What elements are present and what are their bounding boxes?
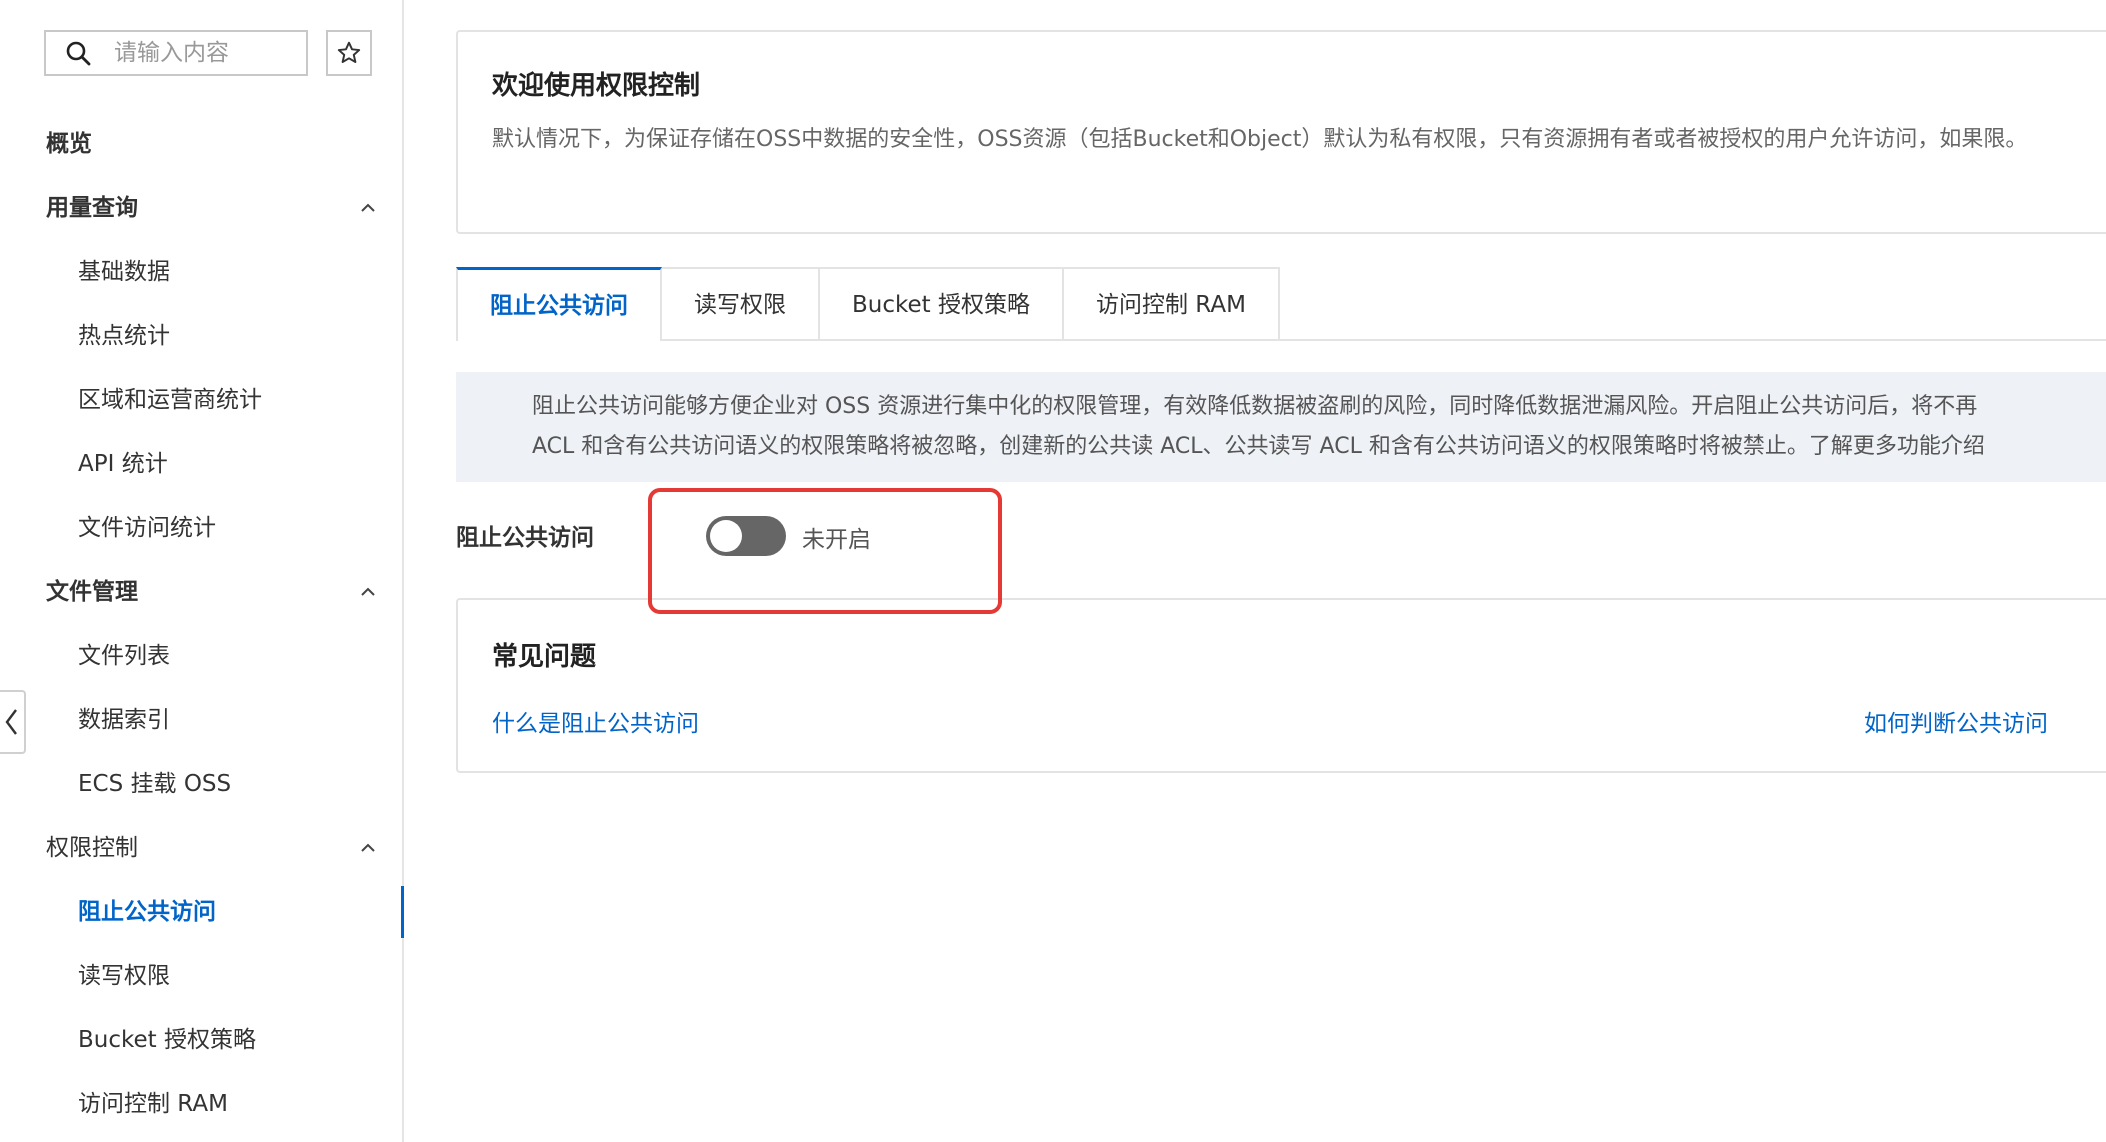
- sidebar-item-hotspot-stats[interactable]: 热点统计: [0, 304, 402, 368]
- tab-label: 读写权限: [694, 292, 786, 318]
- sidebar-item-api-stats[interactable]: API 统计: [0, 432, 402, 496]
- welcome-description: 默认情况下，为保证存储在OSS中数据的安全性，OSS资源（包括Bucket和Ob…: [492, 127, 2028, 152]
- sidebar-item-label: 热点统计: [78, 323, 170, 349]
- sidebar-item-label: 文件列表: [78, 643, 170, 669]
- welcome-title: 欢迎使用权限控制: [492, 71, 701, 101]
- sidebar-group-label: 用量查询: [46, 195, 138, 221]
- tab-read-write-permissions[interactable]: 读写权限: [662, 267, 820, 339]
- chevron-up-icon: [361, 587, 375, 596]
- sidebar-item-data-index[interactable]: 数据索引: [0, 688, 402, 752]
- main-content: 欢迎使用权限控制 默认情况下，为保证存储在OSS中数据的安全性，OSS资源（包括…: [456, 0, 2106, 1142]
- sidebar-item-label: API 统计: [78, 451, 168, 477]
- sidebar-item-label: 访问控制 RAM: [78, 1091, 228, 1117]
- chevron-up-icon: [361, 203, 375, 212]
- sidebar-item-read-write-permissions[interactable]: 读写权限: [0, 944, 402, 1008]
- tab-block-public-access[interactable]: 阻止公共访问: [456, 267, 662, 341]
- faq-link-what-is-block-public-access[interactable]: 什么是阻止公共访问: [492, 704, 699, 738]
- block-public-access-switch[interactable]: [706, 516, 786, 556]
- sidebar-item-block-public-access[interactable]: 阻止公共访问: [0, 880, 404, 944]
- chevron-left-icon: [5, 709, 17, 735]
- sidebar-group-label: 权限控制: [46, 835, 138, 861]
- tab-bar: 阻止公共访问 读写权限 Bucket 授权策略 访问控制 RAM: [456, 267, 2106, 341]
- faq-link-how-to-judge-public-access[interactable]: 如何判断公共访问: [1864, 704, 2048, 738]
- sidebar: 概览 用量查询 基础数据 热点统计 区域和运营商统计 API 统计 文件访问统: [0, 0, 404, 1142]
- sidebar-group-label: 文件管理: [46, 579, 138, 605]
- sidebar-item-label: 基础数据: [78, 259, 170, 285]
- page-root: 概览 用量查询 基础数据 热点统计 区域和运营商统计 API 统计 文件访问统: [0, 0, 2106, 1142]
- sidebar-item-label: 区域和运营商统计: [78, 387, 262, 413]
- sidebar-item-file-access-stats[interactable]: 文件访问统计: [0, 496, 402, 560]
- star-icon: [337, 41, 361, 63]
- tab-label: 访问控制 RAM: [1095, 292, 1246, 318]
- sidebar-group-access-control[interactable]: 权限控制: [0, 816, 402, 880]
- chevron-up-icon: [361, 843, 375, 852]
- tab-ram[interactable]: 访问控制 RAM: [1063, 267, 1280, 339]
- notice-line-2: ACL 和含有公共访问语义的权限策略将被忽略，创建新的公共读 ACL、公共读写 …: [532, 434, 1985, 459]
- sidebar-item-label: ECS 挂载 OSS: [78, 771, 232, 797]
- sidebar-item-ecs-mount-oss[interactable]: ECS 挂载 OSS: [0, 752, 402, 816]
- search-box[interactable]: [44, 30, 308, 76]
- faq-card: 常见问题 什么是阻止公共访问 如何判断公共访问: [456, 598, 2106, 773]
- sidebar-item-ram[interactable]: 访问控制 RAM: [0, 1072, 402, 1136]
- sidebar-item-region-isp-stats[interactable]: 区域和运营商统计: [0, 368, 402, 432]
- sidebar-item-label: 数据索引: [78, 707, 170, 733]
- sidebar-item-label: 概览: [46, 131, 92, 157]
- faq-title: 常见问题: [492, 642, 597, 672]
- tab-label: Bucket 授权策略: [852, 292, 1030, 318]
- switch-state-text: 未开启: [802, 527, 871, 553]
- sidebar-nav: 概览 用量查询 基础数据 热点统计 区域和运营商统计 API 统计 文件访问统计…: [0, 112, 404, 1136]
- sidebar-item-label: 文件访问统计: [78, 515, 216, 541]
- sidebar-item-label: 读写权限: [78, 963, 170, 989]
- notice-line-1: 阻止公共访问能够方便企业对 OSS 资源进行集中化的权限管理，有效降低数据被盗刷…: [532, 394, 1978, 419]
- sidebar-item-overview[interactable]: 概览: [0, 112, 402, 176]
- notice-banner: 阻止公共访问能够方便企业对 OSS 资源进行集中化的权限管理，有效降低数据被盗刷…: [456, 372, 2106, 482]
- sidebar-item-label: 阻止公共访问: [78, 899, 216, 925]
- sidebar-group-usage[interactable]: 用量查询: [0, 176, 402, 240]
- sidebar-collapse-button[interactable]: [0, 690, 26, 754]
- favorite-button[interactable]: [326, 30, 372, 76]
- sidebar-group-file-management[interactable]: 文件管理: [0, 560, 402, 624]
- search-icon: [66, 41, 91, 66]
- sidebar-item-basic-data[interactable]: 基础数据: [0, 240, 402, 304]
- sidebar-item-file-list[interactable]: 文件列表: [0, 624, 402, 688]
- block-public-access-row: 阻止公共访问 未开启: [456, 500, 1156, 570]
- search-input[interactable]: [112, 39, 296, 67]
- block-public-access-label: 阻止公共访问: [456, 525, 594, 551]
- tab-label: 阻止公共访问: [490, 293, 628, 319]
- welcome-card: 欢迎使用权限控制 默认情况下，为保证存储在OSS中数据的安全性，OSS资源（包括…: [456, 30, 2106, 234]
- switch-knob: [710, 520, 742, 552]
- tab-bucket-policy[interactable]: Bucket 授权策略: [820, 267, 1064, 339]
- sidebar-item-label: Bucket 授权策略: [78, 1027, 256, 1053]
- sidebar-item-bucket-policy[interactable]: Bucket 授权策略: [0, 1008, 402, 1072]
